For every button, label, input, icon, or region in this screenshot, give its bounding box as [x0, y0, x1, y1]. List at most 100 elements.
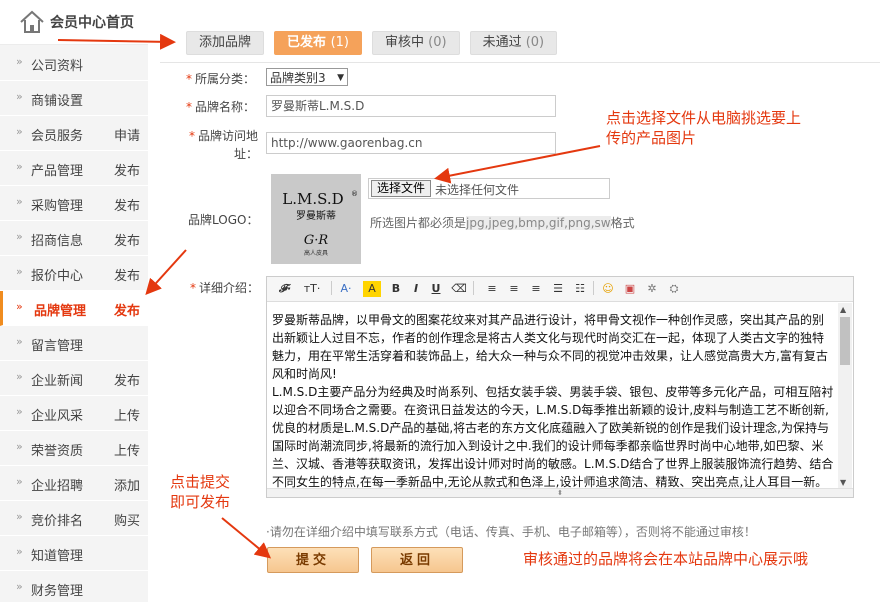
- sidebar-item-label: 商铺设置: [31, 94, 84, 109]
- chevron-right-icon: »: [16, 300, 23, 313]
- unordered-list-icon[interactable]: ☷: [573, 281, 587, 297]
- rich-text-editor[interactable]: 𝓕· тT· A· A B I U ⌫ ≡ ≡ ≡ ☰ ☷ ☺ ▣ ✲ ⛭ 罗曼…: [266, 276, 854, 498]
- back-button[interactable]: 返回: [371, 547, 463, 573]
- brand-url-input[interactable]: http://www.gaorenbag.cn: [266, 132, 556, 154]
- tab-label: 审核中: [384, 35, 424, 50]
- home-icon: [20, 10, 44, 33]
- scrollbar-thumb[interactable]: [840, 317, 850, 365]
- sidebar-item-action[interactable]: 添加: [114, 475, 140, 494]
- file-status: 未选择任何文件: [435, 183, 520, 197]
- brand-logo-label: 品牌LOGO：: [188, 213, 259, 227]
- sidebar-item[interactable]: » 会员服务 申请: [0, 116, 148, 151]
- italic-icon[interactable]: I: [409, 281, 423, 297]
- sidebar-item-label: 品牌管理: [34, 304, 87, 319]
- brand-name-label: * 品牌名称：: [186, 100, 256, 114]
- sidebar-item-label: 报价中心: [31, 269, 84, 284]
- tab-label: 已发布: [287, 35, 327, 50]
- chevron-right-icon: »: [16, 195, 23, 208]
- sidebar-item-label: 公司资料: [31, 59, 84, 74]
- sidebar-item[interactable]: » 采购管理 发布: [0, 186, 148, 221]
- font-size-icon[interactable]: тT·: [301, 281, 323, 297]
- sidebar-item[interactable]: » 品牌管理 发布: [0, 291, 148, 326]
- sidebar-item-action[interactable]: 发布: [114, 370, 140, 389]
- sidebar-item[interactable]: » 企业招聘 添加: [0, 466, 148, 501]
- sidebar-item-action[interactable]: 上传: [114, 405, 140, 424]
- chevron-right-icon: »: [16, 265, 23, 278]
- sidebar-item[interactable]: » 知道管理: [0, 536, 148, 571]
- submit-annotation: 点击提交 即可发布: [170, 473, 231, 511]
- tab-count: (0): [525, 35, 545, 50]
- sidebar-item-action[interactable]: 发布: [114, 300, 140, 319]
- eraser-icon[interactable]: ⌫: [451, 281, 467, 297]
- image-icon[interactable]: ▣: [623, 281, 637, 297]
- sidebar-item[interactable]: » 企业风采 上传: [0, 396, 148, 431]
- brand-name-input[interactable]: 罗曼斯蒂L.M.S.D: [266, 95, 556, 117]
- member-home-link[interactable]: 会员中心首页: [0, 0, 148, 45]
- sidebar-item[interactable]: » 留言管理: [0, 326, 148, 361]
- sidebar-item[interactable]: » 公司资料: [0, 46, 148, 81]
- chevron-right-icon: »: [16, 475, 23, 488]
- align-right-icon[interactable]: ≡: [529, 281, 543, 297]
- sidebar-item-action[interactable]: 上传: [114, 440, 140, 459]
- submit-button[interactable]: 提交: [267, 547, 359, 573]
- scroll-up-icon[interactable]: ▲: [840, 305, 846, 314]
- editor-content[interactable]: 罗曼斯蒂品牌，以甲骨文的图案花纹来对其产品进行设计，将甲骨文视作一种创作灵感，突…: [272, 311, 834, 489]
- editor-scrollbar[interactable]: ▲ ▼: [838, 303, 852, 489]
- underline-icon[interactable]: U: [429, 281, 443, 297]
- chevron-right-icon: »: [16, 510, 23, 523]
- chevron-right-icon: »: [16, 230, 23, 243]
- sidebar-item[interactable]: » 产品管理 发布: [0, 151, 148, 186]
- svg-text:罗曼斯蒂: 罗曼斯蒂: [296, 209, 336, 222]
- category-select[interactable]: 品牌类别3 ▼: [266, 68, 348, 86]
- chevron-right-icon: »: [16, 440, 23, 453]
- sidebar-item[interactable]: » 企业新闻 发布: [0, 361, 148, 396]
- sidebar-item[interactable]: » 竞价排名 购买: [0, 501, 148, 536]
- sidebar-item-label: 财务管理: [31, 584, 84, 599]
- align-center-icon[interactable]: ≡: [507, 281, 521, 297]
- emoticon-icon[interactable]: ☺: [601, 281, 615, 297]
- file-format-hint: 所选图片都必须是jpg,jpeg,bmp,gif,png,sw格式: [370, 216, 635, 230]
- chevron-right-icon: »: [16, 580, 23, 593]
- chevron-right-icon: »: [16, 55, 23, 68]
- member-home-label: 会员中心首页: [50, 15, 134, 31]
- tab-count: (0): [428, 35, 447, 50]
- tab[interactable]: 审核中 (0): [371, 31, 460, 55]
- ordered-list-icon[interactable]: ☰: [551, 281, 565, 297]
- media-icon[interactable]: ⛭: [667, 281, 681, 297]
- sidebar-item[interactable]: » 荣誉资质 上传: [0, 431, 148, 466]
- flash-icon[interactable]: ✲: [645, 281, 659, 297]
- font-family-icon[interactable]: 𝓕·: [275, 281, 295, 297]
- sidebar-item-action[interactable]: 发布: [114, 195, 140, 214]
- sidebar-item-label: 竞价排名: [31, 514, 84, 529]
- chevron-right-icon: »: [16, 370, 23, 383]
- sidebar-item-action[interactable]: 发布: [114, 230, 140, 249]
- sidebar-item[interactable]: » 招商信息 发布: [0, 221, 148, 256]
- font-color-icon[interactable]: A·: [337, 281, 355, 297]
- choose-file-button[interactable]: 选择文件: [371, 180, 432, 197]
- sidebar-item-action[interactable]: 发布: [114, 160, 140, 179]
- sidebar-item-label: 知道管理: [31, 549, 84, 564]
- sidebar-item[interactable]: » 商铺设置: [0, 81, 148, 116]
- tab-count: (1): [330, 35, 349, 50]
- editor-resize-handle[interactable]: ⬍: [267, 488, 853, 497]
- review-annotation: 审核通过的品牌将会在本站品牌中心展示哦: [523, 550, 809, 568]
- status-tabs: 添加品牌 已发布 (1) 审核中 (0) 未通过 (0): [186, 31, 567, 55]
- sidebar-item-action[interactable]: 购买: [114, 510, 140, 529]
- detail-paragraph: 罗曼斯蒂品牌，以甲骨文的图案花纹来对其产品进行设计，将甲骨文视作一种创作灵感，突…: [272, 313, 828, 381]
- chevron-right-icon: »: [16, 160, 23, 173]
- sidebar-menu: » 公司资料» 商铺设置» 会员服务 申请» 产品管理 发布» 采购管理 发布» 招商信息 发布» 报…: [0, 46, 148, 606]
- scroll-down-icon[interactable]: ▼: [840, 478, 846, 487]
- choose-file-annotation: 点击选择文件从电脑挑选要上 传的产品图片: [606, 109, 802, 147]
- sidebar-item[interactable]: » 财务管理: [0, 571, 148, 606]
- sidebar-item-action[interactable]: 发布: [114, 265, 140, 284]
- bold-icon[interactable]: B: [389, 281, 403, 297]
- sidebar-item-label: 企业风采: [31, 409, 84, 424]
- sidebar-item[interactable]: » 报价中心 发布: [0, 256, 148, 291]
- sidebar-item-action[interactable]: 申请: [114, 125, 140, 144]
- dropdown-arrow-icon: ▼: [337, 73, 344, 83]
- tab[interactable]: 未通过 (0): [469, 31, 558, 55]
- tab[interactable]: 添加品牌: [186, 31, 265, 55]
- highlight-icon[interactable]: A: [363, 281, 381, 297]
- tab[interactable]: 已发布 (1): [274, 31, 362, 55]
- align-left-icon[interactable]: ≡: [485, 281, 499, 297]
